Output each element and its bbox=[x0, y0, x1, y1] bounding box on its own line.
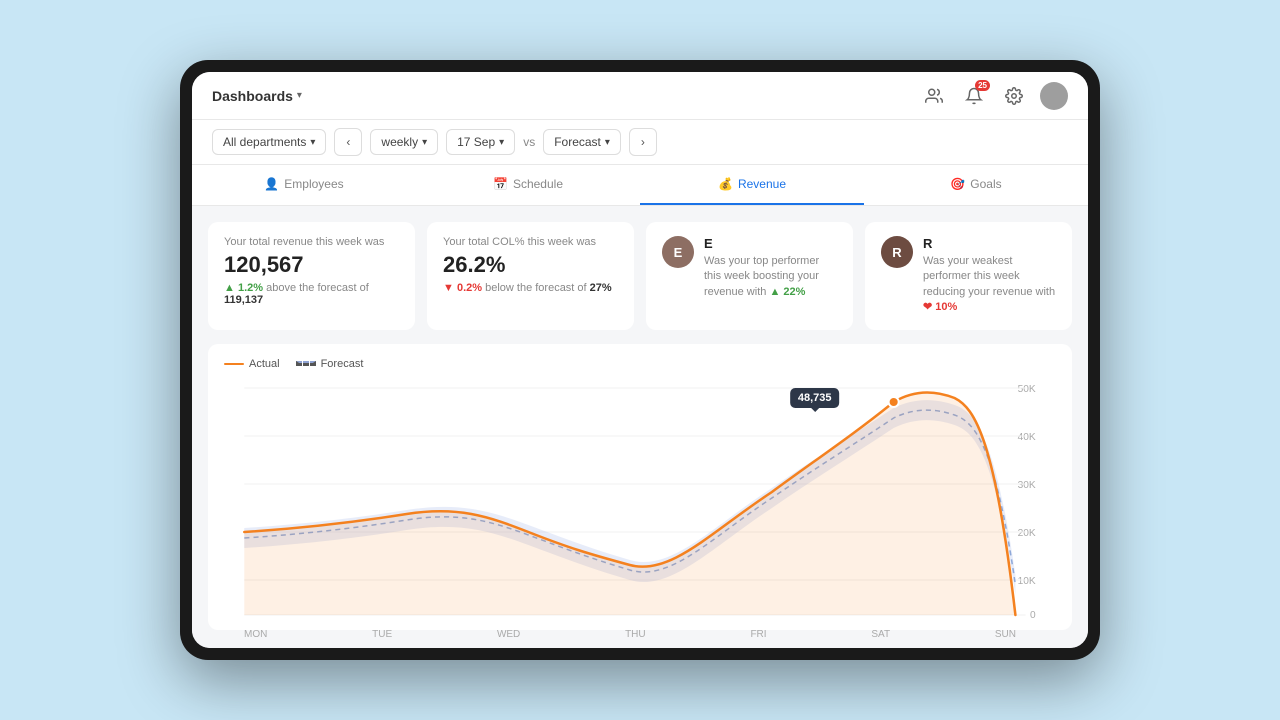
svg-text:10K: 10K bbox=[1018, 576, 1036, 587]
x-label-tue: TUE bbox=[372, 629, 392, 640]
revenue-forecast-value: 119,137 bbox=[224, 294, 263, 306]
svg-text:20K: 20K bbox=[1018, 528, 1036, 539]
top-performer-desc: Was your top performer this week boostin… bbox=[704, 254, 837, 300]
tab-schedule-label: Schedule bbox=[513, 177, 563, 191]
summary-cards: Your total revenue this week was 120,567… bbox=[208, 222, 1072, 330]
period-chevron-icon: ▾ bbox=[422, 137, 427, 148]
device-frame: Dashboards ▾ 25 bbox=[180, 60, 1100, 660]
svg-text:40K: 40K bbox=[1018, 432, 1036, 443]
weak-performer-desc: Was your weakest performer this week red… bbox=[923, 254, 1056, 316]
x-label-thu: THU bbox=[625, 629, 646, 640]
employees-icon: 👤 bbox=[264, 177, 279, 191]
toolbar: All departments ▾ ‹ weekly ▾ 17 Sep ▾ vs… bbox=[192, 120, 1088, 165]
col-forecast-value: 27% bbox=[590, 282, 612, 294]
revenue-card: Your total revenue this week was 120,567… bbox=[208, 222, 415, 330]
top-performer-name: E bbox=[704, 236, 837, 251]
weak-performer-delta: ❤ bbox=[923, 301, 935, 313]
legend-actual-label: Actual bbox=[249, 358, 280, 370]
legend-actual: Actual bbox=[224, 358, 280, 370]
period-select[interactable]: weekly ▾ bbox=[370, 129, 438, 155]
department-select[interactable]: All departments ▾ bbox=[212, 129, 326, 155]
tab-employees[interactable]: 👤 Employees bbox=[192, 165, 416, 205]
tab-employees-label: Employees bbox=[284, 177, 343, 191]
weak-performer-avatar: R bbox=[881, 236, 913, 268]
top-performer-info: E Was your top performer this week boost… bbox=[704, 236, 837, 300]
header: Dashboards ▾ 25 bbox=[192, 72, 1088, 120]
weak-performer-label: Was your weakest performer this week red… bbox=[923, 255, 1055, 298]
tab-schedule[interactable]: 📅 Schedule bbox=[416, 165, 640, 205]
chart-tooltip: 48,735 bbox=[790, 388, 840, 408]
x-label-sat: SAT bbox=[871, 629, 890, 640]
tab-goals[interactable]: 🎯 Goals bbox=[864, 165, 1088, 205]
svg-text:30K: 30K bbox=[1018, 480, 1036, 491]
x-label-fri: FRI bbox=[750, 629, 766, 640]
tab-revenue-label: Revenue bbox=[738, 177, 786, 191]
x-label-wed: WED bbox=[497, 629, 520, 640]
actual-line-icon bbox=[224, 363, 244, 365]
chart-area: 48,735 50K 40K 30K 20K 10K 0 bbox=[224, 380, 1056, 620]
chart-legend: Actual Forecast bbox=[224, 358, 1056, 370]
legend-forecast-label: Forecast bbox=[321, 358, 364, 370]
col-card-value: 26.2% bbox=[443, 252, 618, 278]
x-label-mon: MON bbox=[244, 629, 267, 640]
col-delta-pct: 0.2% bbox=[457, 282, 482, 294]
revenue-icon: 💰 bbox=[718, 177, 733, 191]
top-performer-value: 22% bbox=[783, 286, 805, 298]
svg-text:0: 0 bbox=[1030, 610, 1036, 620]
revenue-forecast-label: above the forecast of bbox=[266, 282, 369, 294]
compare-chevron-icon: ▾ bbox=[605, 137, 610, 148]
tab-revenue[interactable]: 💰 Revenue bbox=[640, 165, 864, 205]
notification-badge: 25 bbox=[975, 80, 990, 91]
col-card-label: Your total COL% this week was bbox=[443, 236, 618, 248]
col-card: Your total COL% this week was 26.2% ▼ 0.… bbox=[427, 222, 634, 330]
notifications-icon-btn[interactable]: 25 bbox=[960, 82, 988, 110]
date-select[interactable]: 17 Sep ▾ bbox=[446, 129, 515, 155]
col-forecast-label: below the forecast of bbox=[485, 282, 590, 294]
settings-icon-btn[interactable] bbox=[1000, 82, 1028, 110]
schedule-icon: 📅 bbox=[493, 177, 508, 191]
compare-select[interactable]: Forecast ▾ bbox=[543, 129, 621, 155]
revenue-delta-up-icon: ▲ bbox=[224, 282, 238, 294]
screen: Dashboards ▾ 25 bbox=[192, 72, 1088, 648]
col-card-sub: ▼ 0.2% below the forecast of 27% bbox=[443, 282, 618, 294]
weak-performer-card: R R Was your weakest performer this week… bbox=[865, 222, 1072, 330]
chart-container: Actual Forecast 48,735 50K 40 bbox=[208, 344, 1072, 630]
date-chevron-icon: ▾ bbox=[499, 137, 504, 148]
revenue-delta-pct: 1.2% bbox=[238, 282, 263, 294]
header-icons: 25 bbox=[920, 82, 1068, 110]
weak-performer-info: R Was your weakest performer this week r… bbox=[923, 236, 1056, 316]
top-performer-card: E E Was your top performer this week boo… bbox=[646, 222, 853, 330]
x-label-sun: SUN bbox=[995, 629, 1016, 640]
dept-chevron-icon: ▾ bbox=[310, 137, 315, 148]
forecast-line-icon bbox=[296, 361, 316, 366]
revenue-card-value: 120,567 bbox=[224, 252, 399, 278]
user-avatar[interactable] bbox=[1040, 82, 1068, 110]
col-delta-down-icon: ▼ bbox=[443, 282, 457, 294]
prev-period-btn[interactable]: ‹ bbox=[334, 128, 362, 156]
tab-goals-label: Goals bbox=[970, 177, 1001, 191]
revenue-card-sub: ▲ 1.2% above the forecast of 119,137 bbox=[224, 282, 399, 306]
top-performer-delta: ▲ bbox=[769, 286, 783, 298]
main-content: Your total revenue this week was 120,567… bbox=[192, 206, 1088, 648]
goals-icon: 🎯 bbox=[950, 177, 965, 191]
tabs: 👤 Employees 📅 Schedule 💰 Revenue 🎯 Goals bbox=[192, 165, 1088, 206]
weak-performer-name: R bbox=[923, 236, 1056, 251]
header-left: Dashboards ▾ bbox=[212, 88, 302, 104]
chart-svg: 50K 40K 30K 20K 10K 0 bbox=[224, 380, 1056, 620]
svg-text:50K: 50K bbox=[1018, 384, 1036, 395]
dashboard-title[interactable]: Dashboards bbox=[212, 88, 293, 104]
vs-label: vs bbox=[523, 135, 535, 149]
team-icon-btn[interactable] bbox=[920, 82, 948, 110]
dropdown-chevron-icon[interactable]: ▾ bbox=[297, 90, 302, 101]
chart-x-labels: MON TUE WED THU FRI SAT SUN bbox=[224, 625, 1056, 640]
next-period-btn[interactable]: › bbox=[629, 128, 657, 156]
top-performer-avatar: E bbox=[662, 236, 694, 268]
legend-forecast: Forecast bbox=[296, 358, 364, 370]
tooltip-value: 48,735 bbox=[798, 392, 832, 404]
weak-performer-value: 10% bbox=[935, 301, 957, 313]
revenue-card-label: Your total revenue this week was bbox=[224, 236, 399, 248]
